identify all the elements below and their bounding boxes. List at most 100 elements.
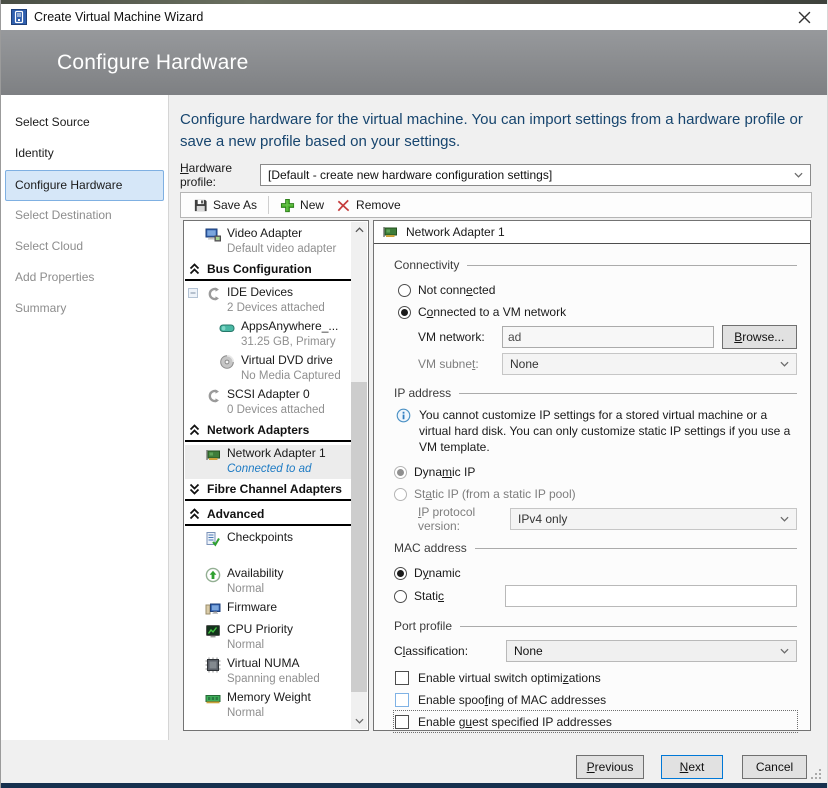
tree-scrollbar[interactable] [351, 222, 367, 729]
browse-button[interactable]: Browse... [722, 325, 797, 349]
radio-icon [398, 306, 411, 319]
classification-value: None [514, 644, 774, 658]
vm-subnet-value: None [510, 357, 774, 371]
expand-chevrons-icon [189, 508, 200, 520]
hardware-profile-value: [Default - create new hardware configura… [268, 168, 788, 182]
save-as-label: Save As [213, 198, 257, 212]
mac-dynamic-radio[interactable]: Dynamic [394, 562, 797, 584]
tree-item-cpu-priority[interactable]: CPU PriorityNormal [185, 621, 351, 655]
checkbox-icon [395, 715, 409, 729]
tree-item-memory-weight[interactable]: Memory WeightNormal [185, 689, 351, 723]
sidebar-item-identity[interactable]: Identity [1, 139, 168, 170]
tree-section-bus-configuration[interactable]: Bus Configuration [185, 259, 351, 281]
tree-section-label: Network Adapters [207, 423, 309, 437]
classification-select[interactable]: None [506, 640, 797, 662]
remove-label: Remove [356, 198, 401, 212]
tree-item-video-adapter[interactable]: Video AdapterDefault video adapter [185, 225, 351, 259]
firmware-icon [205, 601, 221, 617]
wizard-banner: Configure Hardware [1, 30, 827, 95]
chevron-down-icon [780, 516, 789, 522]
tree-section-fibre-channel-adapters[interactable]: Fibre Channel Adapters [185, 479, 351, 501]
mac-spoofing-checkbox[interactable]: Enable spoofing of MAC addresses [394, 689, 797, 710]
new-button[interactable]: New [274, 194, 330, 216]
expand-chevrons-icon [189, 263, 200, 275]
toolbar-separator [268, 196, 269, 214]
previous-button[interactable]: Previous [576, 755, 644, 779]
close-icon[interactable] [791, 6, 817, 28]
tree-item-availability[interactable]: AvailabilityNormal [185, 565, 351, 599]
plus-icon [280, 198, 295, 213]
scroll-up-icon[interactable] [351, 222, 367, 238]
save-as-button[interactable]: Save As [187, 194, 263, 216]
wizard-app-icon [11, 9, 27, 25]
ip-protocol-select: IPv4 only [510, 508, 797, 530]
spoofing-label: Enable spoofing of MAC addresses [418, 693, 606, 707]
tree-item-label: AppsAnywhere_... [241, 318, 338, 335]
tree-section-advanced[interactable]: Advanced [185, 504, 351, 526]
hardware-tree-panel: Video AdapterDefault video adapterBus Co… [183, 220, 369, 731]
virtual-switch-optimizations-checkbox[interactable]: Enable virtual switch optimizations [394, 667, 797, 688]
hardware-profile-label: Hardware profile: [180, 161, 260, 189]
mac-static-radio[interactable]: Static [394, 584, 797, 608]
tree-item-virtual-numa[interactable]: Virtual NUMASpanning enabled [185, 655, 351, 689]
tree-item-subtitle: Spanning enabled [227, 672, 320, 687]
new-label: New [300, 198, 324, 212]
tree-item-scsi-adapter-0[interactable]: SCSI Adapter 00 Devices attached [185, 386, 351, 420]
classification-label: Classification: [394, 644, 506, 658]
dynamic-ip-radio: Dynamic IP [394, 461, 797, 483]
hardware-profile-select[interactable]: [Default - create new hardware configura… [260, 164, 811, 186]
radio-icon [394, 567, 407, 580]
tree-item-label: Firmware [227, 599, 277, 616]
save-icon [193, 198, 208, 213]
tree-item-checkpoints[interactable]: Checkpoints [185, 529, 351, 551]
tree-item-label: Availability [227, 565, 283, 582]
vm-network-input[interactable]: ad [502, 326, 714, 348]
tree-item-virtual-dvd-drive[interactable]: Virtual DVD driveNo Media Captured [185, 352, 351, 386]
window-bottom-edge [1, 783, 827, 788]
next-button[interactable]: Next [661, 755, 723, 779]
resize-grip[interactable] [810, 768, 822, 780]
tree-item-label: Network Adapter 1 [227, 445, 326, 462]
tree-expander-icon[interactable] [188, 288, 198, 298]
checkbox-icon [395, 693, 409, 707]
tree-item-subtitle: 31.25 GB, Primary [241, 335, 338, 350]
tree-item-subtitle: 2 Devices attached [227, 301, 325, 316]
tree-item-label: SCSI Adapter 0 [227, 386, 325, 403]
sidebar-item-select-cloud: Select Cloud [1, 232, 168, 263]
scrollbar-thumb[interactable] [351, 382, 367, 692]
sidebar-item-add-properties: Add Properties [1, 263, 168, 294]
tree-section-label: Fibre Channel Adapters [207, 482, 342, 496]
sidebar-item-select-source[interactable]: Select Source [1, 108, 168, 139]
cancel-button[interactable]: Cancel [742, 755, 807, 779]
guest-ip-checkbox[interactable]: Enable guest specified IP addresses [394, 711, 797, 732]
ip-address-group-label: IP address [394, 384, 797, 402]
chevron-down-icon [780, 648, 789, 654]
info-icon [396, 408, 411, 423]
radio-icon [398, 284, 411, 297]
tree-item-label: Memory Weight [227, 689, 311, 706]
detail-header: Network Adapter 1 [374, 221, 810, 244]
tree-item-appsanywhere[interactable]: AppsAnywhere_...31.25 GB, Primary [185, 318, 351, 352]
chevron-down-icon [780, 361, 789, 367]
hard-disk-icon [219, 320, 235, 336]
not-connected-radio[interactable]: Not connected [394, 279, 797, 301]
vm-subnet-row: VM subnet: None [418, 353, 797, 375]
profile-toolbar: Save As New Remove [180, 192, 812, 218]
connected-vm-network-radio[interactable]: Connected to a VM network [394, 301, 797, 323]
scroll-down-icon[interactable] [351, 713, 367, 729]
optimizations-label: Enable virtual switch optimizations [418, 671, 601, 685]
mac-static-input[interactable] [505, 585, 797, 607]
tree-item-network-adapter-1[interactable]: Network Adapter 1Connected to ad [185, 445, 351, 479]
remove-button[interactable]: Remove [330, 194, 407, 216]
tree-item-firmware[interactable]: Firmware [185, 599, 351, 621]
network-adapter-icon [205, 447, 221, 463]
tree-item-ide-devices[interactable]: IDE Devices2 Devices attached [185, 284, 351, 318]
tree-item-subtitle: Connected to ad [227, 462, 326, 477]
mac-dynamic-label: Dynamic [414, 566, 461, 580]
tree-item-label: CPU Priority [227, 621, 293, 638]
tree-section-network-adapters[interactable]: Network Adapters [185, 420, 351, 442]
vm-network-value: ad [508, 330, 521, 344]
sidebar-item-configure-hardware[interactable]: Configure Hardware [5, 170, 164, 201]
vm-network-label: VM network: [418, 330, 502, 344]
tree-item-label: Checkpoints [227, 529, 293, 546]
